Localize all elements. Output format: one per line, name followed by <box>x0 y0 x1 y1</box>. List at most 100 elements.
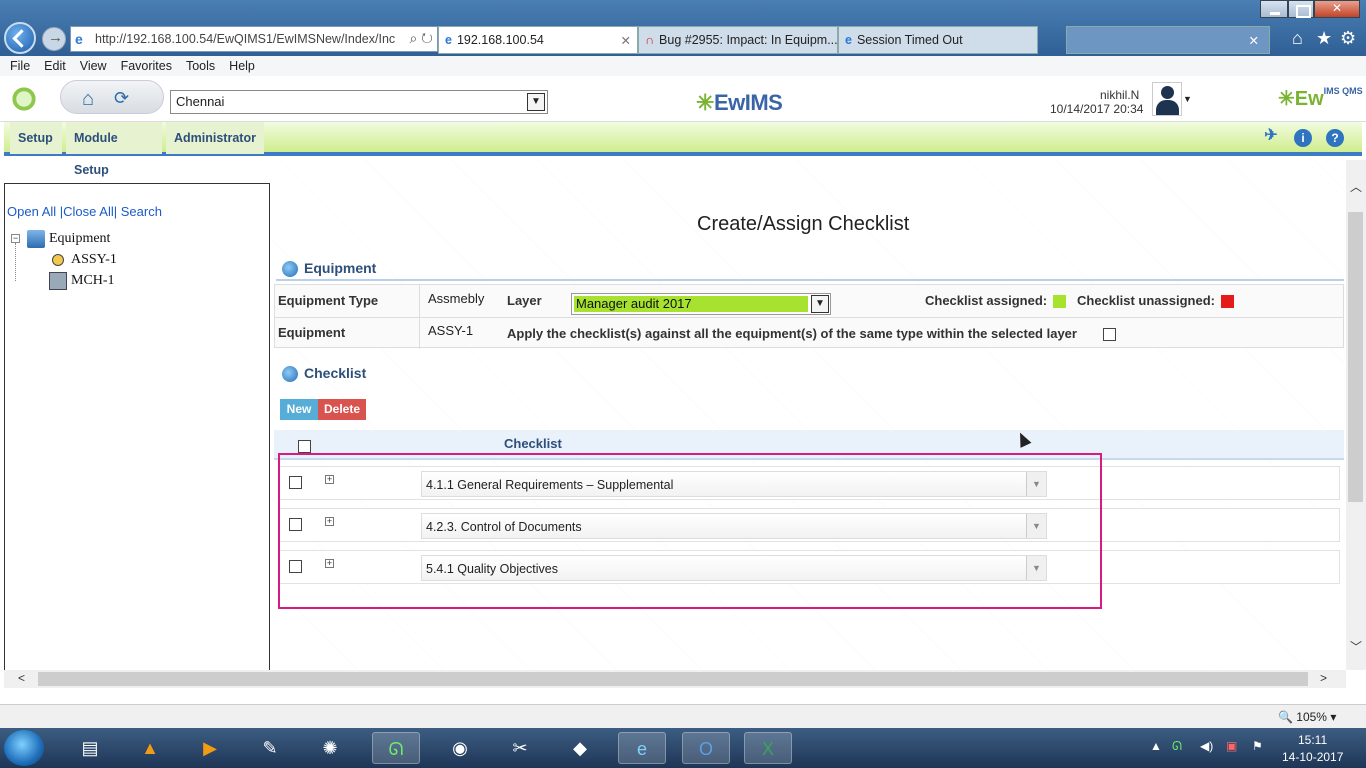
menu-favorites[interactable]: Favorites <box>121 59 172 73</box>
tree-node-equipment[interactable]: Equipment <box>49 231 110 247</box>
close-icon[interactable]: ✕ <box>621 33 631 48</box>
notes-icon[interactable]: ◆ <box>556 732 604 764</box>
close-all-link[interactable]: Close All <box>63 204 114 219</box>
tab-bug[interactable]: ∩ Bug #2955: Impact: In Equipm... <box>638 26 838 54</box>
brand2-text: Ew <box>1294 88 1324 110</box>
grid-header-title: Checklist <box>504 436 562 451</box>
username: nikhil.N <box>1100 88 1140 102</box>
home-icon[interactable]: ⌂ <box>1292 28 1303 49</box>
close-icon[interactable]: ✕ <box>1249 33 1259 48</box>
notepad-icon[interactable]: ✎ <box>246 732 294 764</box>
scroll-thumb[interactable] <box>1348 212 1363 502</box>
start-button[interactable] <box>4 730 44 766</box>
divider <box>419 285 420 349</box>
explorer-icon[interactable]: ▤ <box>66 732 114 764</box>
chevron-down-icon[interactable]: ▼ <box>527 93 545 111</box>
search-refresh-icon[interactable]: ⌕ ↻ <box>409 30 433 47</box>
refresh-icon[interactable]: ⟳ <box>114 88 134 108</box>
horizontal-scrollbar[interactable]: < > <box>4 670 1346 688</box>
address-text: http://192.168.100.54/EwQIMS1/EwIMSNew/I… <box>95 32 396 46</box>
page-title: Create/Assign Checklist <box>697 213 910 235</box>
brand-text: EwIMS <box>713 90 783 115</box>
tray-up-icon[interactable]: ▲ <box>1150 739 1162 753</box>
nav-module-setup[interactable]: Module Setup <box>66 122 162 177</box>
layer-select[interactable]: Manager audit 2017 ▼ <box>571 293 831 315</box>
home-icon[interactable]: ⌂ <box>82 88 104 110</box>
refresh-icon <box>282 261 298 277</box>
apply-checkbox[interactable] <box>1103 328 1116 341</box>
section-label: Checklist <box>304 365 367 381</box>
back-button[interactable] <box>4 22 36 54</box>
menu-edit[interactable]: Edit <box>44 59 66 73</box>
unassigned-swatch <box>1221 295 1234 308</box>
vertical-scrollbar[interactable]: ︿ ﹀ <box>1346 160 1366 670</box>
search-link[interactable]: Search <box>121 204 162 219</box>
greenshot-icon[interactable]: ᘏ <box>372 732 420 764</box>
tree-node-assy[interactable]: ASSY-1 <box>71 252 117 268</box>
equipment-type-value: Assmebly <box>428 291 485 306</box>
tab-session[interactable]: e Session Timed Out <box>838 26 1038 54</box>
excel-icon[interactable]: X <box>744 732 792 764</box>
help-icon[interactable]: ? <box>1326 129 1344 147</box>
address-bar[interactable]: e http://192.168.100.54/EwQIMS1/EwIMSNew… <box>70 26 438 52</box>
zoom-level[interactable]: 🔍 105% ▾ <box>1278 710 1336 724</box>
site-select[interactable]: Chennai ▼ <box>170 90 548 114</box>
pin-icon[interactable]: ✈ <box>1262 127 1280 145</box>
outlook-icon[interactable]: O <box>682 732 730 764</box>
layer-label: Layer <box>507 293 542 308</box>
radiation-icon <box>52 254 64 266</box>
main-nav: Setup Module Setup Administrator ✈ i ? <box>4 122 1362 177</box>
flag-icon[interactable]: ⚑ <box>1252 739 1263 753</box>
snipping-tool-icon[interactable]: ✂ <box>496 732 544 764</box>
minimize-button[interactable] <box>1260 0 1288 18</box>
tab-label: Bug #2955: Impact: In Equipm... <box>659 33 838 47</box>
site-value: Chennai <box>176 94 225 109</box>
redmine-icon: ∩ <box>645 33 655 47</box>
tray-greenshot-icon[interactable]: ᘏ <box>1172 739 1182 754</box>
tab-extra[interactable]: ✕ <box>1066 26 1270 54</box>
new-button[interactable]: New <box>280 399 318 420</box>
clock-date[interactable]: 14-10-2017 <box>1282 750 1343 764</box>
menu-help[interactable]: Help <box>229 59 255 73</box>
tree-node-mch[interactable]: MCH-1 <box>71 273 115 289</box>
brand2-sub: IMS QMS <box>1323 86 1363 96</box>
maximize-button[interactable] <box>1288 0 1314 18</box>
star-icon[interactable]: ★ <box>1316 28 1332 49</box>
chrome-icon[interactable]: ◉ <box>436 732 484 764</box>
close-window-button[interactable] <box>1314 0 1360 18</box>
tree-links: Open All |Close All| Search <box>7 204 162 219</box>
menu-tools[interactable]: Tools <box>186 59 215 73</box>
chevron-down-icon[interactable]: ▼ <box>811 295 829 313</box>
delete-button[interactable]: Delete <box>318 399 366 420</box>
tab-active[interactable]: e 192.168.100.54 ✕ <box>438 26 638 54</box>
nav-administrator[interactable]: Administrator <box>166 122 264 154</box>
caret-down-icon[interactable]: ▼ <box>1183 94 1192 104</box>
app-header: ⌂ ⟳ Chennai ▼ ✳EwIMS nikhil.N 10/14/2017… <box>0 76 1366 122</box>
gear-icon[interactable]: ⚙ <box>1340 28 1356 49</box>
scroll-thumb[interactable] <box>38 672 1308 686</box>
building-icon <box>27 230 45 248</box>
clock-time[interactable]: 15:11 <box>1298 733 1327 747</box>
tab-label: 192.168.100.54 <box>456 33 544 47</box>
collapse-icon[interactable]: − <box>11 234 20 243</box>
scroll-right-icon[interactable]: > <box>1320 671 1327 685</box>
paint-icon[interactable]: ✺ <box>306 732 354 764</box>
network-icon[interactable]: ▣ <box>1226 739 1237 753</box>
nav-setup[interactable]: Setup <box>10 122 62 154</box>
ie-taskbar-icon[interactable]: e <box>618 732 666 764</box>
scroll-left-icon[interactable]: < <box>18 671 25 685</box>
forward-button[interactable] <box>42 27 66 51</box>
menu-file[interactable]: File <box>10 59 30 73</box>
ie-icon: e <box>845 33 852 47</box>
vlc-icon[interactable]: ▲ <box>126 732 174 764</box>
scroll-up-icon[interactable]: ︿ <box>1350 178 1362 195</box>
open-all-link[interactable]: Open All <box>7 204 56 219</box>
avatar[interactable] <box>1152 82 1182 116</box>
menu-view[interactable]: View <box>80 59 107 73</box>
media-player-icon[interactable]: ▶ <box>186 732 234 764</box>
select-all-checkbox[interactable] <box>298 440 311 453</box>
scroll-down-icon[interactable]: ﹀ <box>1350 638 1362 655</box>
info-icon[interactable]: i <box>1294 129 1312 147</box>
apply-text: Apply the checklist(s) against all the e… <box>507 326 1077 341</box>
volume-icon[interactable]: ◀) <box>1200 739 1213 753</box>
